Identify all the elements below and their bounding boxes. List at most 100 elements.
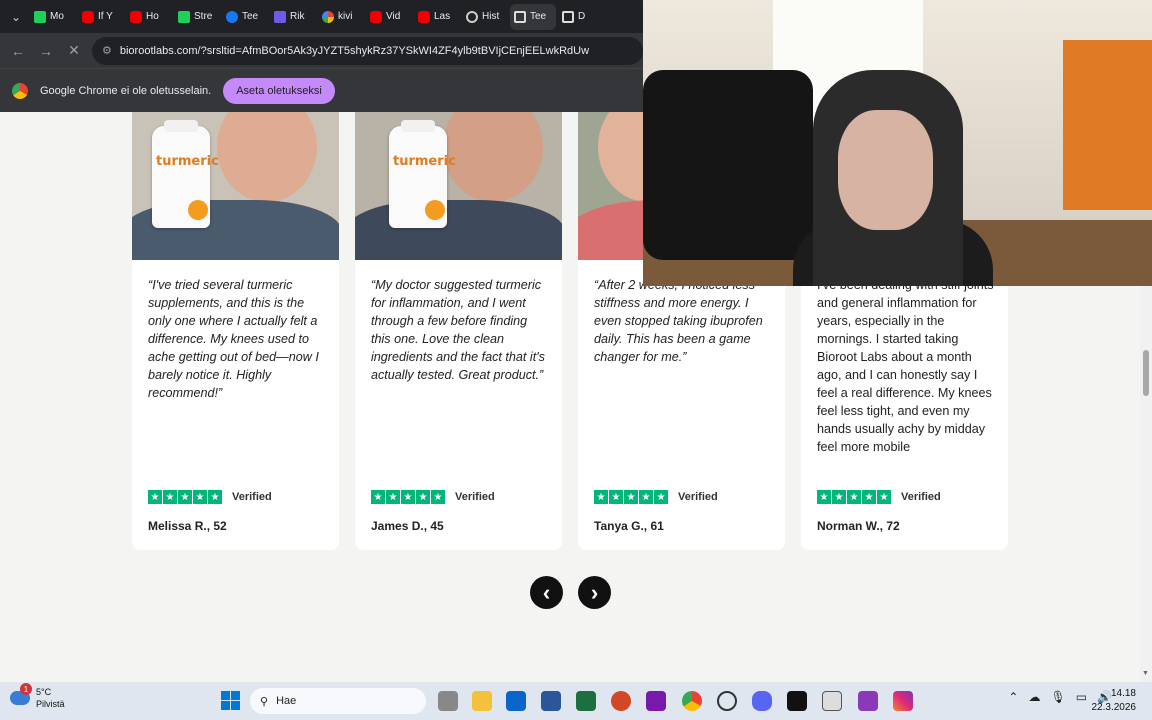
chrome-logo-icon bbox=[12, 82, 28, 99]
webcam-overlay bbox=[643, 0, 1152, 286]
supplement-bottle: turmeric bbox=[389, 120, 456, 228]
testimonial-quote: “I've tried several turmeric supplements… bbox=[148, 278, 319, 400]
browser-tab[interactable]: Mo bbox=[30, 4, 76, 30]
notification-badge: 1 bbox=[20, 683, 32, 695]
word-icon[interactable] bbox=[541, 691, 561, 711]
default-browser-infobar: Google Chrome ei ole oletusselain. Aseta… bbox=[0, 68, 643, 112]
browser-tab[interactable]: D bbox=[558, 4, 604, 30]
browser-tab[interactable]: Tee bbox=[222, 4, 268, 30]
testimonial-quote: “After 2 weeks, I noticed less stiffness… bbox=[594, 278, 763, 364]
url-text: biorootlabs.com/?srsltid=AfmBOor5Ak3yJYZ… bbox=[119, 44, 590, 57]
powerpoint-icon[interactable] bbox=[611, 691, 631, 711]
supplement-bottle: turmeric bbox=[152, 120, 219, 228]
onedrive-icon[interactable]: ☁ bbox=[1028, 690, 1040, 704]
browser-tab[interactable]: Ho bbox=[126, 4, 172, 30]
browser-tab[interactable]: Hist bbox=[462, 4, 508, 30]
d-icon bbox=[562, 10, 574, 23]
facebook-icon bbox=[226, 10, 238, 23]
page-scrollbar[interactable]: ▼ bbox=[1140, 286, 1152, 682]
clock-date: 22.3.2026 bbox=[1091, 702, 1137, 713]
search-icon: ⚲ bbox=[260, 695, 269, 708]
instagram-icon[interactable] bbox=[893, 691, 913, 711]
weather-temp: 5°C bbox=[36, 687, 52, 697]
webcam-sofa bbox=[643, 70, 813, 260]
chevron-up-icon[interactable]: ⌃ bbox=[1008, 690, 1018, 704]
browser-tab[interactable]: Vid bbox=[366, 4, 412, 30]
star-rating-icon: ★ ★ ★ ★ ★ bbox=[817, 490, 891, 504]
verified-badge: Verified bbox=[901, 491, 941, 503]
rating: ★ ★ ★ ★ ★ Verified bbox=[371, 490, 495, 504]
customer-photo: turmeric bbox=[355, 112, 562, 260]
testimonial-author: Tanya G., 61 bbox=[594, 519, 664, 533]
onenote-icon[interactable] bbox=[646, 691, 666, 711]
browser-tab[interactable]: Stre bbox=[174, 4, 220, 30]
microphone-icon[interactable]: 🎙 bbox=[1050, 690, 1065, 704]
excel-icon[interactable] bbox=[576, 691, 596, 711]
discord-icon[interactable] bbox=[752, 691, 772, 711]
site-info-icon[interactable]: ⚙ bbox=[102, 44, 112, 57]
testimonial-author: Norman W., 72 bbox=[817, 519, 900, 533]
ln-app-icon[interactable] bbox=[822, 691, 842, 711]
verified-badge: Verified bbox=[232, 491, 272, 503]
taskbar-search[interactable]: ⚲ Hae bbox=[250, 688, 426, 714]
webcam-person-face bbox=[838, 110, 933, 230]
rating: ★ ★ ★ ★ ★ Verified bbox=[148, 490, 272, 504]
google-icon bbox=[322, 10, 334, 23]
windows-start-icon[interactable] bbox=[221, 691, 240, 710]
clock-time: 14.18 bbox=[1110, 688, 1136, 699]
chrome-icon[interactable] bbox=[682, 691, 702, 711]
browser-tab[interactable]: Rik bbox=[270, 4, 316, 30]
testimonial-quote: “My doctor suggested turmeric for inflam… bbox=[371, 278, 545, 382]
carousel-next-button[interactable]: › bbox=[578, 576, 611, 609]
youtube-icon bbox=[418, 10, 430, 23]
browser-tab[interactable]: Las bbox=[414, 4, 460, 30]
browser-tab[interactable]: If Y bbox=[78, 4, 124, 30]
weather-widget[interactable]: 1 5°C Pilvistä bbox=[10, 683, 65, 710]
cloud-icon: 1 bbox=[10, 683, 32, 705]
tab-strip: ⌄ Mo If Y Ho Stre Tee Rik kivi Vid Las H… bbox=[0, 0, 643, 33]
weather-desc: Pilvistä bbox=[36, 699, 65, 709]
clock[interactable]: 14.18 22.3.2026 bbox=[1092, 687, 1137, 715]
customer-shirt bbox=[355, 200, 562, 260]
rating: ★ ★ ★ ★ ★ Verified bbox=[817, 490, 941, 504]
search-placeholder: Hae bbox=[276, 695, 297, 707]
history-icon bbox=[466, 10, 478, 23]
k-icon bbox=[178, 10, 190, 23]
tab-search-icon[interactable]: ⌄ bbox=[4, 5, 28, 29]
customer-photo: turmeric bbox=[132, 112, 339, 260]
testimonial-author: James D., 45 bbox=[371, 519, 444, 533]
chevron-right-icon: › bbox=[590, 579, 599, 605]
testimonial-quote: I've been dealing with stiff joints and … bbox=[817, 278, 994, 454]
testimonial-author: Melissa R., 52 bbox=[148, 519, 227, 533]
forward-icon[interactable]: → bbox=[36, 41, 56, 61]
scroll-thumb[interactable] bbox=[1143, 350, 1149, 396]
youtube-icon bbox=[130, 10, 142, 23]
back-icon[interactable]: ← bbox=[8, 41, 28, 61]
media-app-icon[interactable] bbox=[858, 691, 878, 711]
browser-toolbar: ← → ✕ ⚙ biorootlabs.com/?srsltid=AfmBOor… bbox=[0, 33, 643, 68]
carousel-prev-button[interactable]: ‹ bbox=[530, 576, 563, 609]
network-icon[interactable]: ▭ bbox=[1076, 690, 1087, 704]
scroll-down-icon[interactable]: ▼ bbox=[1142, 670, 1149, 677]
browser-tab-active[interactable]: Tee bbox=[510, 3, 556, 30]
address-bar[interactable]: ⚙ biorootlabs.com/?srsltid=AfmBOor5Ak3yJ… bbox=[92, 36, 643, 65]
verified-badge: Verified bbox=[455, 491, 495, 503]
youtube-icon bbox=[82, 10, 94, 23]
customer-face bbox=[443, 112, 543, 202]
outlook-icon[interactable] bbox=[506, 691, 526, 711]
star-rating-icon: ★ ★ ★ ★ ★ bbox=[594, 490, 668, 504]
r-icon bbox=[274, 10, 286, 23]
testimonial-card: turmeric “I've tried several turmeric su… bbox=[132, 112, 339, 550]
youtube-icon bbox=[370, 10, 382, 23]
star-rating-icon: ★ ★ ★ ★ ★ bbox=[371, 490, 445, 504]
capcut-icon[interactable] bbox=[787, 691, 807, 711]
browser-tab[interactable]: kivi bbox=[318, 4, 364, 30]
chatgpt-icon[interactable] bbox=[717, 691, 737, 711]
file-explorer-icon[interactable] bbox=[472, 691, 492, 711]
stop-loading-icon[interactable]: ✕ bbox=[64, 41, 84, 61]
set-default-button[interactable]: Aseta oletukseksi bbox=[223, 77, 335, 104]
chevron-left-icon: ‹ bbox=[542, 579, 551, 605]
testimonial-card: turmeric “My doctor suggested turmeric f… bbox=[355, 112, 562, 550]
d-icon bbox=[514, 10, 526, 23]
task-view-icon[interactable] bbox=[438, 691, 458, 711]
